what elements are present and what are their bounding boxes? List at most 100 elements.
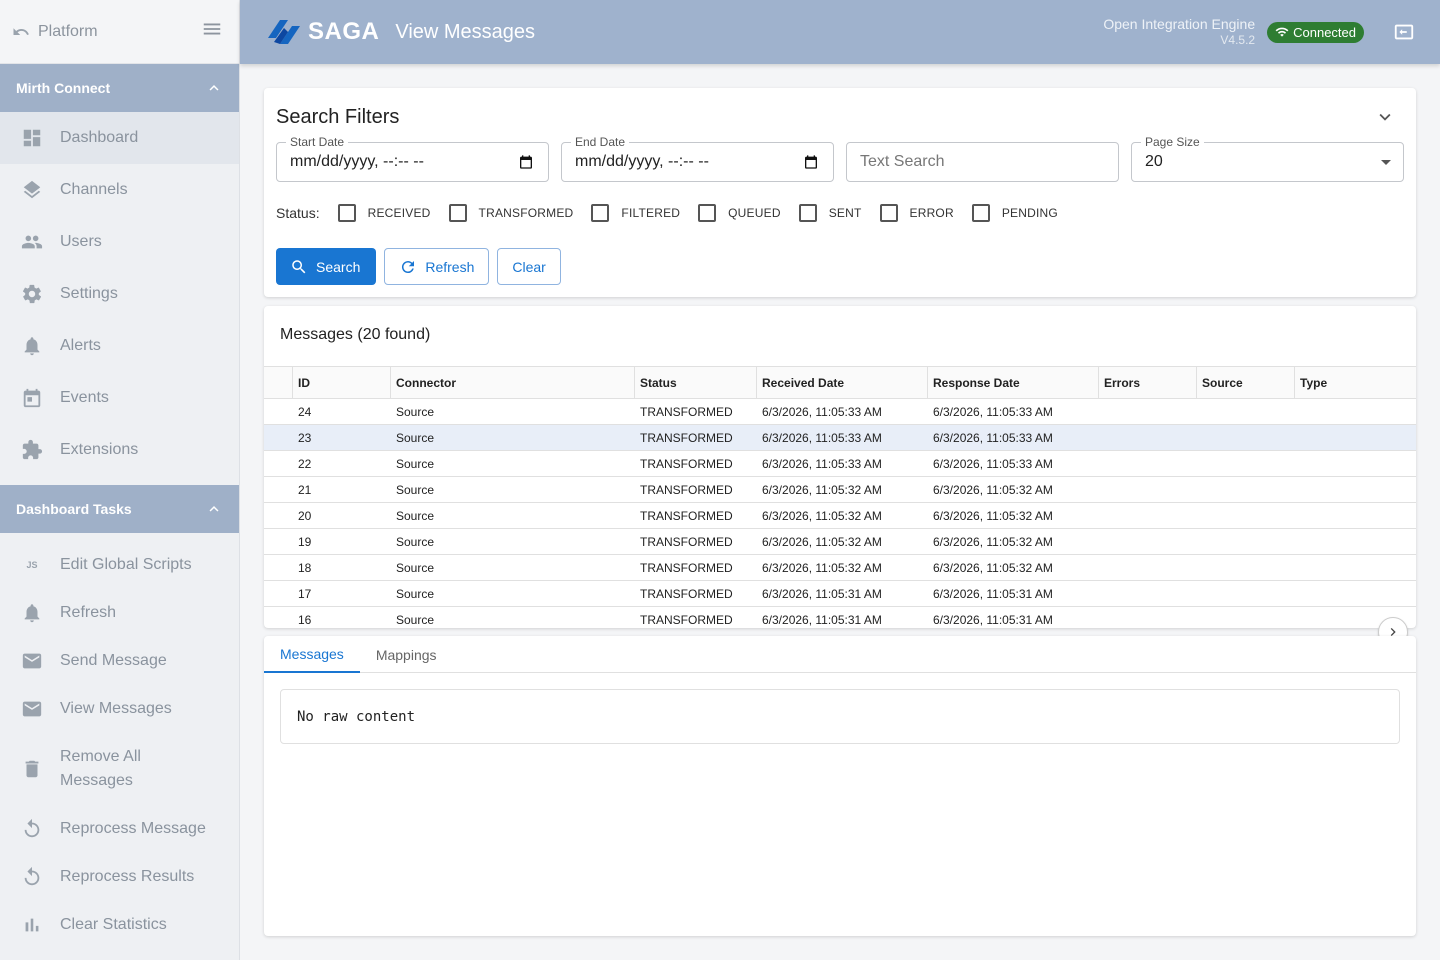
cell-received-date: 6/3/2026, 11:05:33 AM xyxy=(762,456,882,471)
cell-received-date: 6/3/2026, 11:05:33 AM xyxy=(762,430,882,445)
reprocess-icon xyxy=(20,817,44,841)
column-header-received-date[interactable]: Received Date xyxy=(757,367,928,398)
search-button[interactable]: Search xyxy=(276,248,377,285)
sidebar-item-users[interactable]: Users xyxy=(0,216,239,268)
messages-table: ID Connector Status Received Date Respon… xyxy=(264,366,1416,628)
cell-response-date: 6/3/2026, 11:05:33 AM xyxy=(933,456,1053,471)
column-header-status[interactable]: Status xyxy=(635,367,757,398)
sidebar-item-settings[interactable]: Settings xyxy=(0,268,239,320)
chevron-up-icon xyxy=(209,85,219,91)
column-header-source[interactable]: Source xyxy=(1197,367,1295,398)
column-header-response-date[interactable]: Response Date xyxy=(928,367,1099,398)
tab-messages[interactable]: Messages xyxy=(264,636,360,673)
task-label: Refresh xyxy=(60,604,117,621)
status-checkbox-received[interactable]: RECEIVED xyxy=(337,204,431,222)
calendar-icon[interactable] xyxy=(803,154,819,170)
calendar-icon[interactable] xyxy=(518,154,534,170)
task-reprocess-message[interactable]: Reprocess Message xyxy=(0,805,239,853)
checkbox-box[interactable] xyxy=(879,204,898,222)
cell-connector: Source xyxy=(396,612,435,627)
start-date-input[interactable]: Start Date mm/dd/yyyy, --:-- -- xyxy=(276,135,549,182)
section-header-dashboard-tasks[interactable]: Dashboard Tasks xyxy=(0,485,239,533)
checkbox-box[interactable] xyxy=(698,204,717,222)
table-row[interactable]: 19 Source TRANSFORMED 6/3/2026, 11:05:32 AM… xyxy=(264,529,1416,555)
tab-mappings[interactable]: Mappings xyxy=(360,636,453,673)
cell-received-date: 6/3/2026, 11:05:32 AM xyxy=(762,482,882,497)
cell-errors xyxy=(1099,451,1197,476)
chevron-down-icon[interactable] xyxy=(1374,106,1396,128)
checkbox-box[interactable] xyxy=(591,204,610,222)
table-row[interactable]: 20 Source TRANSFORMED 6/3/2026, 11:05:32 AM… xyxy=(264,503,1416,529)
section-header-mirth-connect[interactable]: Mirth Connect xyxy=(0,64,239,112)
row-select-cell[interactable] xyxy=(264,503,293,528)
row-select-cell[interactable] xyxy=(264,529,293,554)
text-search-input[interactable]: Text Search xyxy=(846,142,1119,182)
row-select-cell[interactable] xyxy=(264,425,293,450)
table-row[interactable]: 21 Source TRANSFORMED 6/3/2026, 11:05:32 AM… xyxy=(264,477,1416,503)
logout-button[interactable] xyxy=(1392,20,1416,44)
task-clear-statistics[interactable]: Clear Statistics xyxy=(0,901,239,949)
status-checkbox-filtered[interactable]: FILTERED xyxy=(591,204,680,222)
cell-status: TRANSFORMED xyxy=(640,586,733,601)
table-row[interactable]: 23 Source TRANSFORMED 6/3/2026, 11:05:33 AM… xyxy=(264,425,1416,451)
page-size-select[interactable]: Page Size 20 xyxy=(1131,135,1404,182)
table-row[interactable]: 22 Source TRANSFORMED 6/3/2026, 11:05:33 AM… xyxy=(264,451,1416,477)
row-select-cell[interactable] xyxy=(264,555,293,580)
sidebar-item-alerts[interactable]: Alerts xyxy=(0,320,239,372)
cell-received-date: 6/3/2026, 11:05:32 AM xyxy=(762,508,882,523)
sidebar-item-channels[interactable]: Channels xyxy=(0,164,239,216)
status-checkbox-error[interactable]: ERROR xyxy=(879,204,954,222)
row-select-cell[interactable] xyxy=(264,581,293,606)
checkbox-box[interactable] xyxy=(798,204,817,222)
row-select-cell[interactable] xyxy=(264,399,293,424)
table-row[interactable]: 17 Source TRANSFORMED 6/3/2026, 11:05:31 AM… xyxy=(264,581,1416,607)
sidebar-item-dashboard[interactable]: Dashboard xyxy=(0,112,239,164)
page-size-label: Page Size xyxy=(1141,135,1204,149)
cell-type xyxy=(1295,477,1416,502)
chevron-up-icon xyxy=(209,506,219,512)
sidebar-item-events[interactable]: Events xyxy=(0,372,239,424)
logout-icon xyxy=(1394,24,1414,40)
cell-connector: Source xyxy=(396,508,435,523)
task-edit-global-scripts[interactable]: JS Edit Global Scripts xyxy=(0,541,239,589)
table-row[interactable]: 18 Source TRANSFORMED 6/3/2026, 11:05:32 AM… xyxy=(264,555,1416,581)
cell-source xyxy=(1197,607,1295,628)
task-view-messages[interactable]: View Messages xyxy=(0,685,239,733)
cell-received-date: 6/3/2026, 11:05:31 AM xyxy=(762,586,882,601)
cell-errors xyxy=(1099,425,1197,450)
row-select-cell[interactable] xyxy=(264,477,293,502)
sidebar-item-extensions[interactable]: Extensions xyxy=(0,424,239,476)
cell-id: 17 xyxy=(298,586,312,601)
row-select-cell[interactable] xyxy=(264,451,293,476)
end-date-input[interactable]: End Date mm/dd/yyyy, --:-- -- xyxy=(561,135,834,182)
sidebar-top: Platform xyxy=(0,0,239,64)
sidebar-item-label: Settings xyxy=(60,285,118,302)
js-icon: JS xyxy=(26,560,38,570)
row-select-cell[interactable] xyxy=(264,607,293,628)
column-header-connector[interactable]: Connector xyxy=(391,367,635,398)
cell-source xyxy=(1197,581,1295,606)
column-header-type[interactable]: Type xyxy=(1295,367,1416,398)
column-header-errors[interactable]: Errors xyxy=(1099,367,1197,398)
clear-button[interactable]: Clear xyxy=(497,248,561,285)
cell-id: 20 xyxy=(298,508,312,523)
app-header: SAGA View Messages Open Integration Engi… xyxy=(240,0,1440,64)
table-row[interactable]: 16 Source TRANSFORMED 6/3/2026, 11:05:31 AM… xyxy=(264,607,1416,628)
refresh-button[interactable]: Refresh xyxy=(384,248,490,285)
platform-back-link[interactable]: Platform xyxy=(12,23,201,41)
checkbox-box[interactable] xyxy=(337,204,356,222)
column-header-id[interactable]: ID xyxy=(293,367,391,398)
task-refresh[interactable]: Refresh xyxy=(0,589,239,637)
status-checkbox-queued[interactable]: QUEUED xyxy=(698,204,781,222)
task-send-message[interactable]: Send Message xyxy=(0,637,239,685)
status-checkbox-sent[interactable]: SENT xyxy=(798,204,862,222)
task-reprocess-results[interactable]: Reprocess Results xyxy=(0,853,239,901)
checkbox-box[interactable] xyxy=(448,204,467,222)
status-checkbox-transformed[interactable]: TRANSFORMED xyxy=(448,204,574,222)
saga-logo[interactable]: SAGA xyxy=(264,16,379,48)
task-remove-all-messages[interactable]: Remove All Messages xyxy=(0,733,239,805)
status-checkbox-pending[interactable]: PENDING xyxy=(971,204,1058,222)
checkbox-box[interactable] xyxy=(971,204,990,222)
menu-toggle-button[interactable] xyxy=(201,18,223,45)
table-row[interactable]: 24 Source TRANSFORMED 6/3/2026, 11:05:33 AM… xyxy=(264,399,1416,425)
